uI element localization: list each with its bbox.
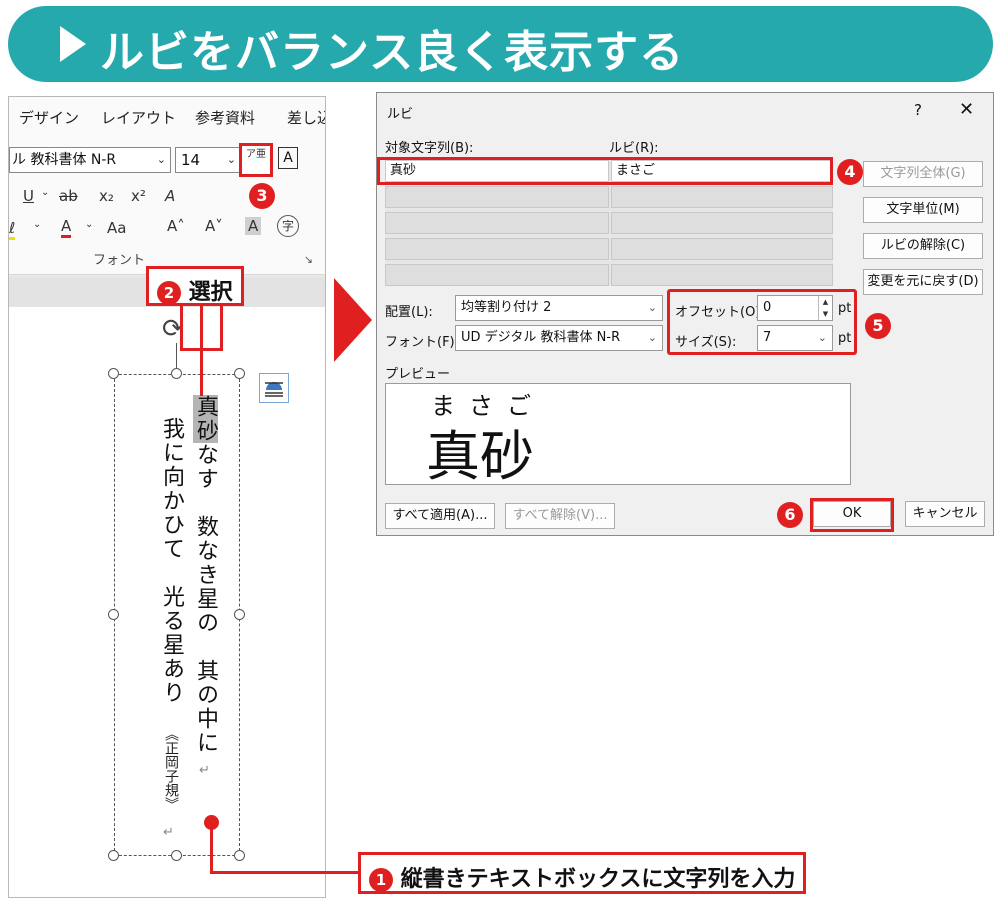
clear-formatting-button[interactable]: A xyxy=(165,187,175,205)
font-size-select[interactable]: 14 ⌄ xyxy=(175,147,241,173)
flow-arrow-icon xyxy=(334,278,372,362)
poem-line-1: 真砂なす 数なき星の 其の中に xyxy=(193,395,218,755)
ruby-dialog: ルビ ? ✕ 対象文字列(B): ルビ(R): 真砂 まさご 4 文字列全体(G… xyxy=(376,92,994,536)
vertical-text-box[interactable]: 真砂なす 数なき星の 其の中に 我に向かひて 光る星あり 《正岡子規》 ↵ ↵ xyxy=(114,374,240,856)
dialog-launcher-icon[interactable]: ↘ xyxy=(304,253,313,266)
tab-mailings[interactable]: 差し込 xyxy=(287,107,325,128)
ruby-text-input[interactable] xyxy=(611,238,833,260)
alignment-label: 配置(L): xyxy=(385,305,433,320)
cancel-button[interactable]: キャンセル xyxy=(905,501,985,527)
superscript-button[interactable]: x² xyxy=(131,187,146,205)
callout-1-dot xyxy=(204,815,219,830)
poem-attribution: 《正岡子規》 xyxy=(163,727,179,811)
alignment-value: 均等割り付け 2 xyxy=(461,300,552,315)
layout-options-icon[interactable] xyxy=(259,373,289,403)
step-3-badge: 3 xyxy=(249,183,275,209)
target-text-input[interactable] xyxy=(385,186,609,208)
callout-1: 1 縦書きテキストボックスに文字列を入力 xyxy=(358,852,807,894)
resize-handle[interactable] xyxy=(171,850,182,861)
paragraph-mark-icon: ↵ xyxy=(199,763,210,778)
step-5-badge: 5 xyxy=(865,313,891,339)
word-window: デザイン レイアウト 参考資料 差し込 ル 教科書体 N-R ⌄ 14 ⌄ ア亜… xyxy=(8,96,326,898)
banner-title: ルビをバランス良く表示する xyxy=(100,27,685,78)
font-name-value: ル 教科書体 N-R xyxy=(12,152,117,168)
subscript-button[interactable]: x₂ xyxy=(99,187,114,205)
font-label: フォント(F): xyxy=(385,335,460,350)
resize-handle[interactable] xyxy=(234,609,245,620)
font-value: UD デジタル 教科書体 N-R xyxy=(461,330,621,345)
callout-1-leader xyxy=(210,871,360,874)
resize-handle[interactable] xyxy=(108,609,119,620)
chevron-down-icon[interactable]: ⌄ xyxy=(33,219,41,230)
chevron-down-icon[interactable]: ⌄ xyxy=(85,219,93,230)
chevron-down-icon: ⌄ xyxy=(647,301,657,314)
clear-ruby-button[interactable]: ルビの解除(C) xyxy=(863,233,983,259)
chevron-down-icon[interactable]: ⌄ xyxy=(41,187,49,198)
selected-text: 真砂 xyxy=(193,395,218,443)
resize-handle[interactable] xyxy=(108,368,119,379)
shrink-font-button[interactable]: A˅ xyxy=(205,217,223,235)
apply-all-button[interactable]: すべて適用(A)... xyxy=(385,503,495,529)
play-arrow-icon xyxy=(60,26,86,62)
resize-handle[interactable] xyxy=(171,368,182,379)
font-color-button[interactable]: A xyxy=(61,217,72,238)
row-highlight xyxy=(377,157,833,185)
offset-size-highlight xyxy=(667,289,857,355)
resize-handle[interactable] xyxy=(234,850,245,861)
tab-design[interactable]: デザイン xyxy=(19,107,79,128)
step-4-badge: 4 xyxy=(837,159,863,185)
dialog-title: ルビ xyxy=(387,107,414,122)
target-text-input[interactable] xyxy=(385,238,609,260)
ruby-text-input[interactable] xyxy=(611,212,833,234)
whole-string-button[interactable]: 文字列全体(G) xyxy=(863,161,983,187)
chevron-down-icon: ⌄ xyxy=(156,153,166,166)
grow-font-button[interactable]: A˄ xyxy=(167,217,185,235)
target-text-input[interactable] xyxy=(385,264,609,286)
alignment-select[interactable]: 均等割り付け 2 ⌄ xyxy=(455,295,663,321)
title-banner: ルビをバランス良く表示する xyxy=(8,6,993,82)
preview-label: プレビュー xyxy=(385,367,451,382)
font-name-select[interactable]: ル 教科書体 N-R ⌄ xyxy=(9,147,171,173)
preview-base: 真砂 xyxy=(426,425,534,488)
rotate-handle-line xyxy=(176,343,177,371)
poem-line-2: 我に向かひて 光る星あり xyxy=(159,417,184,705)
ruby-button[interactable]: ア亜 xyxy=(239,143,273,177)
enclose-characters-button[interactable]: 字 xyxy=(277,215,299,237)
character-border-button[interactable]: A xyxy=(278,147,298,169)
ok-highlight xyxy=(810,498,894,532)
help-icon[interactable]: ? xyxy=(914,101,922,119)
ruby-text-label: ルビ(R): xyxy=(609,141,659,156)
callout-2: 2 選択 xyxy=(146,266,244,306)
step-6-badge: 6 xyxy=(777,502,803,528)
tab-references[interactable]: 参考資料 xyxy=(195,107,255,128)
underline-button[interactable]: U xyxy=(23,187,34,205)
chevron-down-icon: ⌄ xyxy=(647,331,657,344)
restore-button[interactable]: 変更を元に戻す(D) xyxy=(863,269,983,295)
resize-handle[interactable] xyxy=(108,850,119,861)
close-icon[interactable]: ✕ xyxy=(959,99,974,120)
change-case-button[interactable]: Aa xyxy=(107,219,126,237)
paragraph-mark-icon: ↵ xyxy=(163,825,174,840)
character-shading-button[interactable]: A xyxy=(245,217,262,235)
ruby-text-input[interactable] xyxy=(611,264,833,286)
tab-layout[interactable]: レイアウト xyxy=(101,107,176,128)
target-text-label: 対象文字列(B): xyxy=(385,141,474,156)
ruby-text-input[interactable] xyxy=(611,186,833,208)
font-group-label: フォント xyxy=(93,253,146,268)
target-text-input[interactable] xyxy=(385,212,609,234)
callout-1-leader xyxy=(210,823,213,873)
preview-box: まさご 真砂 xyxy=(385,383,851,488)
callout-2-leader xyxy=(200,306,203,396)
ribbon: デザイン レイアウト 参考資料 差し込 ル 教科書体 N-R ⌄ 14 ⌄ ア亜… xyxy=(9,97,325,275)
ribbon-tabs: デザイン レイアウト 参考資料 差し込 xyxy=(9,107,325,129)
font-select[interactable]: UD デジタル 教科書体 N-R ⌄ xyxy=(455,325,663,351)
per-character-button[interactable]: 文字単位(M) xyxy=(863,197,983,223)
highlight-button[interactable]: ℓ xyxy=(9,219,16,240)
font-size-value: 14 xyxy=(181,151,201,169)
clear-all-button[interactable]: すべて解除(V)... xyxy=(505,503,615,529)
resize-handle[interactable] xyxy=(234,368,245,379)
strikethrough-button[interactable]: ab xyxy=(59,187,78,205)
chevron-down-icon: ⌄ xyxy=(226,153,236,166)
ruby-icon: ア亜 xyxy=(246,149,266,160)
